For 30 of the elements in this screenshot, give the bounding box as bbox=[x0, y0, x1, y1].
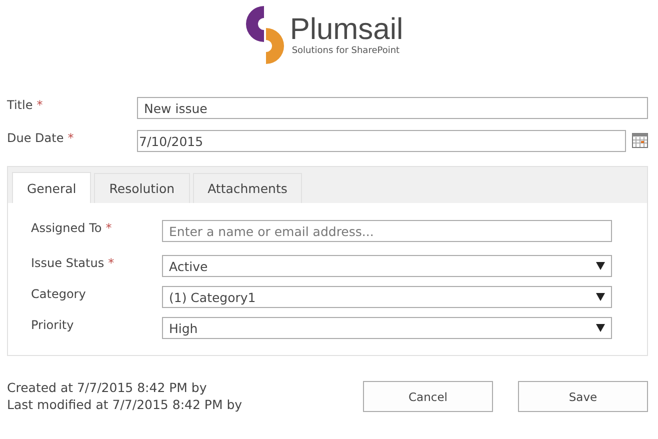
calendar-icon[interactable] bbox=[632, 132, 648, 148]
caret-icon bbox=[596, 293, 605, 301]
audit-text: Created at 7/7/2015 8:42 PM by bbox=[7, 380, 208, 395]
tab[interactable]: Attachments bbox=[192, 173, 302, 203]
logo-icon bbox=[244, 6, 286, 64]
audit-text: Last modified at 7/7/2015 8:42 PM by bbox=[7, 397, 242, 412]
dropdown-field[interactable]: (1) Category1 bbox=[162, 286, 612, 308]
required-mark: * bbox=[36, 97, 43, 112]
field-label: Title bbox=[7, 97, 33, 112]
field-label: Category bbox=[31, 286, 86, 301]
required-mark: * bbox=[106, 220, 112, 235]
dropdown-field[interactable]: High bbox=[162, 317, 612, 339]
brand-name: Plumsail bbox=[290, 14, 404, 46]
cancel-button[interactable]: Cancel bbox=[363, 381, 493, 412]
caret-icon bbox=[596, 262, 605, 270]
tab[interactable]: Resolution bbox=[94, 173, 190, 203]
required-mark: * bbox=[68, 130, 74, 145]
field-label: Issue Status bbox=[31, 255, 104, 270]
dropdown-field[interactable]: Active bbox=[162, 255, 612, 277]
field-label: Assigned To bbox=[31, 220, 102, 235]
required-mark: * bbox=[108, 255, 114, 270]
brand-tagline: Solutions for SharePoint bbox=[292, 46, 401, 56]
date-field[interactable]: 7/10/2015 bbox=[137, 130, 626, 152]
field-label: Due Date bbox=[7, 130, 64, 145]
save-button[interactable]: Save bbox=[518, 381, 648, 412]
field-label: Priority bbox=[31, 317, 74, 332]
caret-icon bbox=[596, 324, 605, 332]
input-field[interactable]: New issue bbox=[137, 97, 648, 119]
tab[interactable]: General bbox=[12, 172, 92, 203]
input-field[interactable]: Enter a name or email address... bbox=[162, 220, 612, 242]
